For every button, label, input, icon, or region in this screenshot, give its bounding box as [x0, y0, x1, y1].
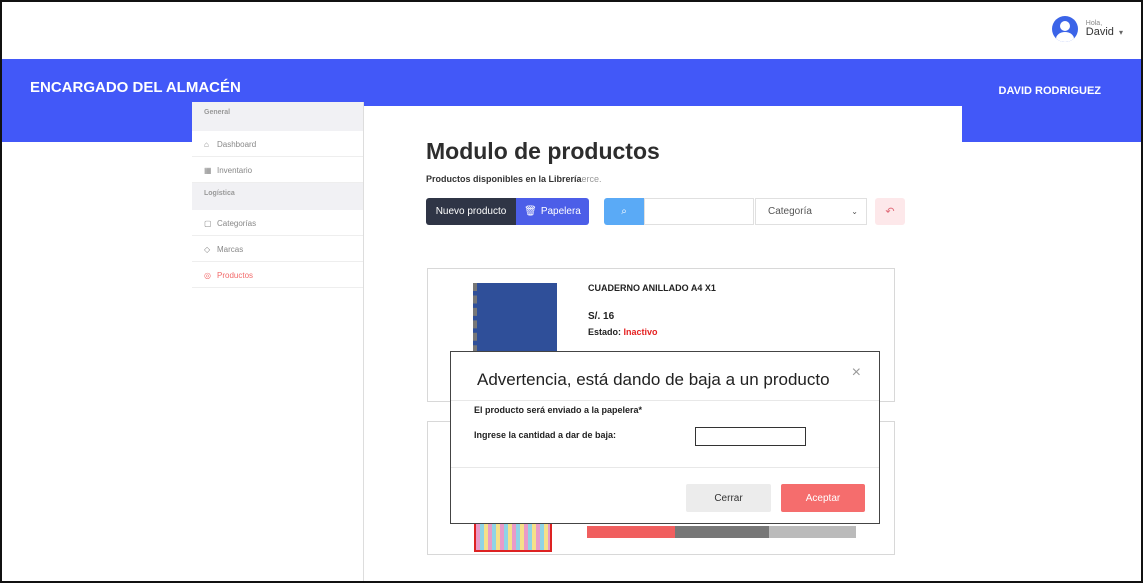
dialog-title: Advertencia, está dando de baja a un pro… — [477, 370, 830, 389]
sidebar: General ⌂ Dashboard ▦ Inventario Logísti… — [192, 102, 364, 581]
product-icon: ◎ — [204, 271, 211, 280]
sidebar-section-general: General — [192, 102, 363, 131]
undo-icon: ↶ — [885, 206, 895, 218]
home-icon: ⌂ — [204, 140, 209, 149]
subtitle-overlap-text: erce. — [581, 174, 602, 184]
product-actions — [587, 526, 856, 538]
warning-dialog: Advertencia, está dando de baja a un pro… — [450, 351, 880, 524]
trash-button-label: Papelera — [540, 206, 581, 217]
app-brand: ENCARGADO DEL ALMACÉN — [30, 79, 241, 96]
product-action-button[interactable] — [675, 526, 769, 538]
bookmark-icon: ▢ — [204, 219, 212, 228]
user-name-label: David — [1085, 25, 1114, 38]
sidebar-item-label: Dashboard — [217, 140, 257, 149]
category-select[interactable]: Categoría ⌄ — [755, 198, 867, 225]
search-icon: ⌕ — [621, 206, 627, 217]
accept-button[interactable]: Aceptar — [781, 484, 865, 512]
sidebar-item-label: Marcas — [217, 245, 244, 254]
status-value: Inactivo — [623, 327, 658, 337]
user-name[interactable]: David ▾ — [1085, 25, 1123, 39]
trash-button[interactable]: 🗑 Papelera — [516, 198, 589, 225]
search-input[interactable] — [644, 198, 754, 225]
page-subtitle: Productos disponibles en la Libreríaerce… — [426, 174, 602, 184]
sidebar-item-productos[interactable]: ◎ Productos — [192, 262, 363, 288]
dialog-message: El producto será enviado a la papelera* — [474, 405, 643, 415]
user-menu[interactable]: Hola, David ▾ — [1051, 16, 1123, 42]
product-name: CUADERNO ANILLADO A4 X1 — [588, 283, 716, 293]
sidebar-item-label: Productos — [217, 271, 254, 280]
avatar[interactable] — [1051, 16, 1078, 42]
product-status: Estado: Inactivo — [588, 327, 658, 337]
close-icon[interactable]: × — [852, 364, 861, 382]
subtitle-text: Productos disponibles en la Librería — [426, 174, 582, 184]
sidebar-section-logistica: Logística — [192, 183, 363, 210]
page-title: Modulo de productos — [426, 138, 660, 164]
chevron-down-icon: ⌄ — [851, 207, 858, 216]
top-bar: Hola, David ▾ — [2, 2, 1141, 59]
quantity-label: Ingrese la cantidad a dar de baja: — [474, 430, 617, 440]
divider — [451, 467, 879, 468]
product-action-button[interactable] — [769, 526, 856, 538]
search-button[interactable]: ⌕ — [604, 198, 644, 225]
sidebar-item-dashboard[interactable]: ⌂ Dashboard — [192, 131, 363, 157]
sidebar-item-marcas[interactable]: ◇ Marcas — [192, 236, 363, 262]
category-select-value: Categoría — [768, 206, 812, 217]
trash-icon: 🗑 — [524, 206, 537, 217]
banner-user-name: DAVID RODRIGUEZ — [998, 85, 1101, 97]
header-banner: ENCARGADO DEL ALMACÉN DAVID RODRIGUEZ — [2, 59, 1141, 146]
inventory-icon: ▦ — [204, 166, 212, 175]
quantity-input[interactable] — [695, 427, 806, 446]
undo-button[interactable]: ↶ — [875, 198, 905, 225]
new-product-button[interactable]: Nuevo producto — [426, 198, 516, 225]
divider — [451, 400, 879, 401]
product-price: S/. 16 — [588, 311, 615, 322]
app-window: Hola, David ▾ ENCARGADO DEL ALMACÉN DAVI… — [0, 0, 1143, 583]
sidebar-item-inventario[interactable]: ▦ Inventario — [192, 157, 363, 183]
product-action-button[interactable] — [587, 526, 675, 538]
sidebar-item-categorias[interactable]: ▢ Categorías — [192, 210, 363, 236]
sidebar-item-label: Categorías — [217, 219, 257, 228]
status-label: Estado: — [588, 327, 622, 337]
tag-icon: ◇ — [204, 245, 211, 254]
chevron-down-icon: ▾ — [1118, 27, 1123, 37]
sidebar-item-label: Inventario — [217, 166, 253, 175]
user-text: Hola, David ▾ — [1086, 20, 1123, 39]
close-button[interactable]: Cerrar — [686, 484, 771, 512]
